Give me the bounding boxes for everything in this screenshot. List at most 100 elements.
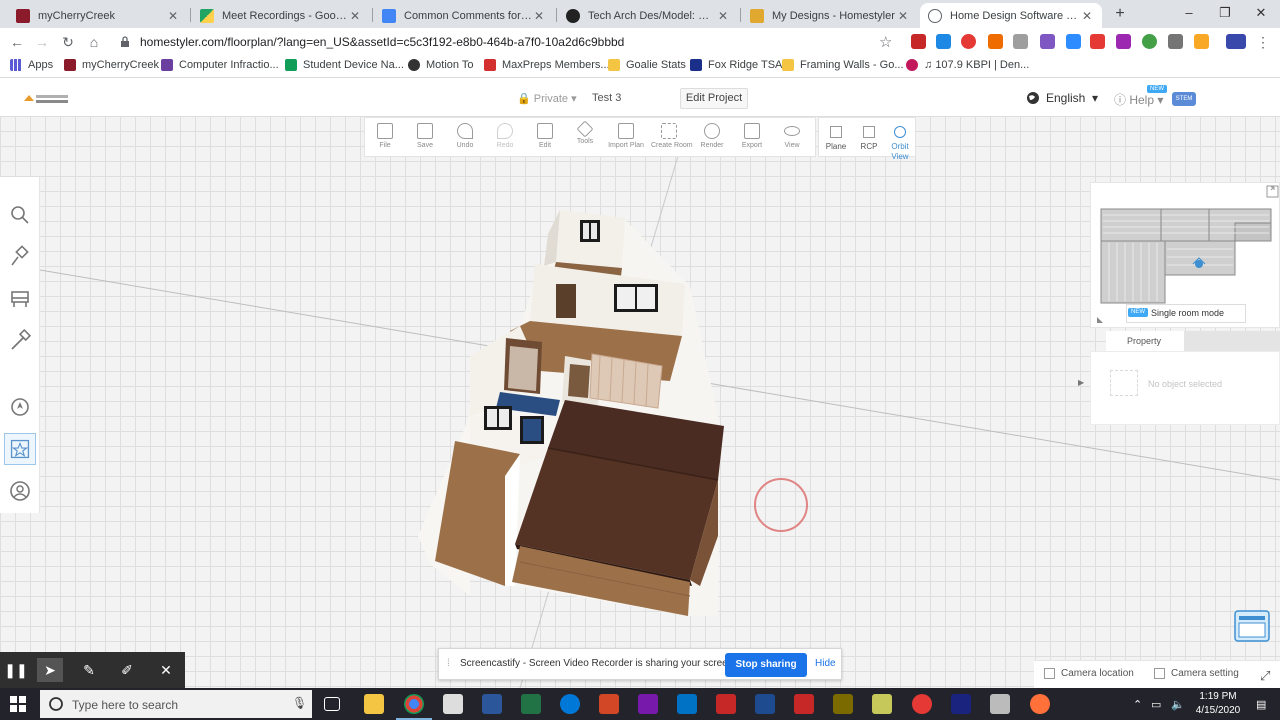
bookmark-student-device[interactable]: Student Device Na... bbox=[285, 59, 404, 71]
bookmark-kbpi[interactable]: ♫ 107.9 KBPI | Den... bbox=[906, 59, 1029, 71]
edge-icon[interactable] bbox=[560, 694, 580, 714]
bookmark-framing-walls[interactable]: Framing Walls - Go... bbox=[782, 59, 904, 71]
3d-model[interactable] bbox=[0, 116, 1280, 688]
extension-icon[interactable] bbox=[961, 34, 976, 49]
user-avatar[interactable]: STEM bbox=[1172, 92, 1196, 106]
tab-meet-recordings[interactable]: Meet Recordings - Google Drive ✕ bbox=[192, 3, 370, 28]
furniture-icon[interactable] bbox=[8, 287, 32, 311]
close-icon[interactable]: ✕ bbox=[1080, 9, 1094, 23]
extension-icon[interactable] bbox=[1142, 34, 1157, 49]
app-icon[interactable] bbox=[872, 694, 892, 714]
file-button[interactable]: File bbox=[367, 123, 403, 149]
app-icon[interactable] bbox=[794, 694, 814, 714]
microphone-icon[interactable]: 🎙 bbox=[292, 696, 307, 710]
extension-icon[interactable] bbox=[1090, 34, 1105, 49]
taskbar-search-box[interactable]: Type here to search 🎙 bbox=[40, 690, 312, 718]
camera-location-button[interactable]: Camera location bbox=[1044, 668, 1134, 679]
import-plan-button[interactable]: Import Plan bbox=[608, 123, 644, 149]
back-arrow-icon[interactable]: ← bbox=[8, 33, 26, 51]
extension-icon[interactable] bbox=[1040, 34, 1055, 49]
create-room-button[interactable]: Create Room bbox=[651, 123, 693, 149]
taskbar-clock[interactable]: 1:19 PM 4/15/2020 bbox=[1188, 690, 1248, 718]
tab-mycherrycreek[interactable]: myCherryCreek ✕ bbox=[8, 3, 188, 28]
edit-project-button[interactable]: Edit Project bbox=[680, 88, 748, 109]
home-icon[interactable]: ⌂ bbox=[85, 33, 103, 51]
undo-button[interactable]: Undo bbox=[447, 123, 483, 149]
menu-dots-icon[interactable]: ⋮ bbox=[1254, 33, 1272, 51]
network-icon[interactable]: ▭ bbox=[1151, 698, 1161, 711]
solidworks-icon[interactable] bbox=[716, 694, 736, 714]
bookmark-star-icon[interactable]: ☆ bbox=[879, 33, 892, 51]
close-icon[interactable]: ✕ bbox=[532, 9, 546, 23]
stop-sharing-button[interactable]: Stop sharing bbox=[725, 653, 807, 677]
build-icon[interactable] bbox=[8, 328, 32, 353]
bookmark-maxpreps[interactable]: MaxPreps Members... bbox=[484, 59, 610, 71]
extension-icon[interactable] bbox=[911, 34, 926, 49]
task-view-icon[interactable] bbox=[324, 697, 340, 711]
file-explorer-icon[interactable] bbox=[364, 694, 384, 714]
pointer-icon[interactable]: ➤ bbox=[37, 658, 63, 682]
tray-chevron-icon[interactable]: ⌃ bbox=[1133, 698, 1142, 711]
windows-start-icon[interactable] bbox=[10, 696, 26, 712]
profile-avatar[interactable] bbox=[1226, 34, 1246, 49]
redo-button[interactable]: Redo bbox=[487, 123, 523, 149]
plane-view-button[interactable]: Plane bbox=[821, 126, 851, 152]
reload-icon[interactable]: ↻ bbox=[59, 33, 77, 51]
extension-icon[interactable] bbox=[1168, 34, 1183, 49]
camera-setting-button[interactable]: Camera setting bbox=[1154, 668, 1239, 679]
screencastify-icon[interactable] bbox=[912, 694, 932, 714]
tab-home-design-software[interactable]: Home Design Software & FREE ✕ bbox=[920, 3, 1102, 28]
firefox-icon[interactable] bbox=[1030, 694, 1050, 714]
tab-my-designs[interactable]: My Designs - Homestyler ✕ bbox=[742, 3, 918, 28]
extension-icon[interactable] bbox=[1116, 34, 1131, 49]
close-icon[interactable]: ✕ bbox=[716, 9, 730, 23]
tab-tech-arch[interactable]: Tech Arch Des/Model: Section ✕ bbox=[558, 3, 738, 28]
close-icon[interactable]: ✕ bbox=[153, 658, 179, 682]
excel-icon[interactable] bbox=[521, 694, 541, 714]
view-button[interactable]: View bbox=[774, 123, 810, 149]
window-close-button[interactable]: ✕ bbox=[1244, 0, 1278, 28]
extension-icon[interactable] bbox=[936, 34, 951, 49]
export-button[interactable]: Export bbox=[734, 123, 770, 149]
drag-handle-icon[interactable]: ⁞ bbox=[447, 658, 450, 669]
privacy-dropdown[interactable]: 🔒 Private ▾ bbox=[517, 92, 577, 105]
bookmark-goalie-stats[interactable]: Goalie Stats bbox=[608, 59, 686, 71]
search-icon[interactable] bbox=[8, 203, 32, 227]
help-menu[interactable]: ⓘ Help ▾ bbox=[1114, 91, 1163, 108]
calculator-icon[interactable] bbox=[443, 694, 463, 714]
tools-button[interactable]: Tools bbox=[567, 120, 603, 145]
highlighter-icon[interactable]: ✐ bbox=[114, 658, 140, 682]
hide-button[interactable]: Hide bbox=[815, 658, 836, 669]
fireworks-icon[interactable] bbox=[833, 694, 853, 714]
maximize-button[interactable]: ❐ bbox=[1208, 0, 1242, 28]
compass-icon[interactable] bbox=[8, 395, 32, 419]
extension-icon[interactable] bbox=[1013, 34, 1028, 49]
edit-button[interactable]: Edit bbox=[527, 123, 563, 149]
close-icon[interactable]: ✕ bbox=[348, 9, 362, 23]
bookmark-computer-infraction[interactable]: Computer Infractio... bbox=[161, 59, 279, 71]
close-icon[interactable]: ✕ bbox=[896, 9, 910, 23]
powerpoint-icon[interactable] bbox=[599, 694, 619, 714]
save-button[interactable]: Save bbox=[407, 123, 443, 149]
property-tab[interactable]: Property bbox=[1106, 331, 1184, 351]
language-dropdown[interactable]: English ▾ bbox=[1026, 91, 1098, 105]
pen-icon[interactable]: ✎ bbox=[76, 658, 102, 682]
account-icon[interactable] bbox=[8, 479, 32, 503]
url-field[interactable]: homestyler.com/floorplan/?lang=en_US&ass… bbox=[140, 35, 624, 49]
new-tab-button[interactable]: + bbox=[1110, 4, 1130, 24]
fullscreen-icon[interactable]: ⤢ bbox=[1260, 668, 1270, 684]
chat-icon[interactable] bbox=[1234, 610, 1270, 644]
notification-icon[interactable]: ▤ bbox=[1256, 698, 1266, 711]
extension-icon[interactable] bbox=[1066, 34, 1081, 49]
word-icon[interactable] bbox=[482, 694, 502, 714]
revit-icon[interactable] bbox=[755, 694, 775, 714]
tab-common-comments[interactable]: Common Comments for Remote ✕ bbox=[374, 3, 554, 28]
onenote-icon[interactable] bbox=[638, 694, 658, 714]
rcp-view-button[interactable]: RCP bbox=[854, 126, 884, 152]
app-icon[interactable] bbox=[951, 694, 971, 714]
pause-icon[interactable]: ❚❚ bbox=[3, 658, 29, 682]
forward-arrow-icon[interactable]: → bbox=[33, 33, 51, 51]
bookmark-mycherrycreek[interactable]: myCherryCreek bbox=[64, 59, 159, 71]
3d-viewport[interactable] bbox=[0, 116, 1280, 688]
chrome-icon[interactable] bbox=[404, 694, 424, 714]
